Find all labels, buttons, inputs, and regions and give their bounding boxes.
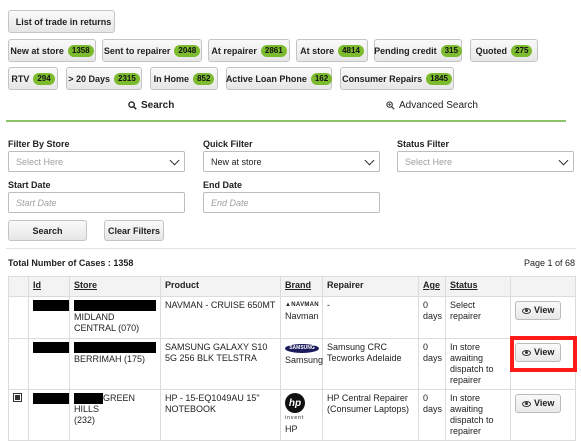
brand-cell: SAMSUNG Samsung [280, 338, 323, 390]
start-date-label: Start Date [8, 180, 51, 190]
clear-filters-button[interactable]: Clear Filters [104, 220, 164, 241]
navman-logo: ▲NAVMAN [285, 302, 319, 308]
header-repairer: Repairer [322, 276, 419, 297]
brand-cell: hp invent HP [280, 389, 323, 441]
table-header-row: Id Store Product Brand Repairer Age Stat… [8, 276, 576, 297]
quick-filter-label: Quick Filter [203, 139, 253, 149]
chevron-down-icon [558, 155, 569, 166]
repairer-cell: Samsung CRC Tecworks Adelaide [322, 338, 419, 390]
count-badge: 2861 [260, 44, 287, 57]
redacted-block [33, 300, 70, 311]
end-date-label: End Date [203, 180, 243, 190]
status-cell: Select repairer [445, 296, 511, 339]
eye-icon [522, 307, 531, 314]
row-expand-icon[interactable] [13, 393, 22, 402]
repairer-cell: - [322, 296, 419, 339]
header-select [8, 276, 29, 297]
redacted-block [74, 342, 156, 353]
quick-filter-select[interactable]: New at store [203, 151, 380, 172]
header-product: Product [160, 276, 281, 297]
header-actions [510, 276, 576, 297]
product-cell: HP - 15-EQ1049AU 15" NOTEBOOK [160, 389, 281, 441]
tab-advanced-search[interactable]: Advanced Search [386, 100, 478, 111]
age-cell: 0 days [418, 389, 446, 441]
list-of-trade-in-returns-button[interactable]: List of trade in returns [8, 10, 115, 33]
status-filter-label: Status Filter [397, 139, 450, 149]
redacted-block [74, 393, 103, 404]
page-info-text: Page 1 of 68 [523, 258, 575, 268]
table-row: MIDLAND CENTRAL (070) NAVMAN - CRUISE 65… [8, 296, 576, 339]
divider [6, 248, 576, 249]
count-badge: 275 [511, 44, 533, 57]
hp-tagline: invent [285, 415, 305, 421]
status-cell: In store awaiting dispatch to repairer [445, 389, 511, 441]
header-store[interactable]: Store [69, 276, 161, 297]
store-name: BERRIMAH (175) [74, 354, 146, 364]
view-button[interactable]: View [515, 394, 562, 413]
product-cell: NAVMAN - CRUISE 650MT [160, 296, 281, 339]
filter-sent-to-repairer-button[interactable]: Sent to repairer 2048 [102, 39, 202, 62]
view-button[interactable]: View [515, 301, 562, 320]
eye-icon [522, 400, 531, 407]
search-icon [128, 101, 137, 110]
filter-over-20-days-button[interactable]: > 20 Days 2315 [66, 67, 142, 90]
table-row: BERRIMAH (175) SAMSUNG GALAXY S10 5G 256… [8, 338, 576, 390]
filter-new-at-store-button[interactable]: New at store 1358 [8, 39, 96, 62]
end-date-input[interactable]: End Date [203, 192, 380, 213]
filter-by-store-select[interactable]: Select Here [8, 151, 185, 172]
filter-by-store-label: Filter By Store [8, 139, 70, 149]
header-brand[interactable]: Brand [280, 276, 323, 297]
count-badge: 2315 [114, 72, 140, 85]
chevron-down-icon [364, 155, 375, 166]
count-badge: 1358 [67, 44, 94, 57]
count-badge: 4814 [338, 44, 364, 57]
search-plus-icon [386, 101, 395, 110]
header-status[interactable]: Status [445, 276, 511, 297]
age-cell: 0 days [418, 296, 446, 339]
count-badge: 852 [193, 72, 215, 85]
hp-logo: hp [285, 393, 305, 413]
chevron-down-icon [169, 155, 180, 166]
repairer-cell: HP Central Repairer (Consumer Laptops) [322, 389, 419, 441]
count-badge: 315 [440, 44, 462, 57]
count-badge: 2048 [174, 44, 201, 57]
tab-underline [6, 120, 566, 122]
count-badge: 294 [33, 72, 55, 85]
header-age[interactable]: Age [418, 276, 446, 297]
filter-at-store-button[interactable]: At store 4814 [296, 39, 368, 62]
redacted-block [33, 342, 70, 353]
start-date-input[interactable]: Start Date [8, 192, 185, 213]
count-badge: 162 [310, 72, 333, 85]
brand-cell: ▲NAVMAN Navman [280, 296, 323, 339]
status-filter-select[interactable]: Select Here [397, 151, 574, 172]
total-cases-text: Total Number of Cases : 1358 [8, 258, 134, 268]
redacted-block [33, 393, 70, 404]
tab-search[interactable]: Search [128, 100, 174, 111]
status-cell: In store awaiting dispatch to repairer [445, 338, 511, 390]
age-cell: 0 days [418, 338, 446, 390]
filter-active-loan-phone-button[interactable]: Active Loan Phone 162 [226, 67, 333, 90]
filter-pending-credit-button[interactable]: Pending credit 315 [374, 39, 462, 62]
product-cell: SAMSUNG GALAXY S10 5G 256 BLK TELSTRA [160, 338, 281, 390]
count-badge: 1845 [426, 72, 452, 85]
search-button[interactable]: Search [8, 220, 87, 241]
filter-in-home-button[interactable]: In Home 852 [150, 67, 218, 90]
highlight-box [510, 336, 577, 372]
filter-quoted-button[interactable]: Quoted 275 [470, 39, 538, 62]
filter-consumer-repairs-button[interactable]: Consumer Repairs 1845 [340, 67, 454, 90]
store-name: MIDLAND CENTRAL (070) [74, 312, 140, 333]
redacted-block [74, 300, 156, 311]
header-id[interactable]: Id [28, 276, 70, 297]
filter-at-repairer-button[interactable]: At repairer 2861 [208, 39, 290, 62]
table-row: GREEN HILLS (232) HP - 15-EQ1049AU 15" N… [8, 389, 576, 441]
cases-table: Id Store Product Brand Repairer Age Stat… [8, 276, 576, 441]
filter-rtv-button[interactable]: RTV 294 [8, 67, 58, 90]
samsung-logo: SAMSUNG [285, 344, 319, 353]
